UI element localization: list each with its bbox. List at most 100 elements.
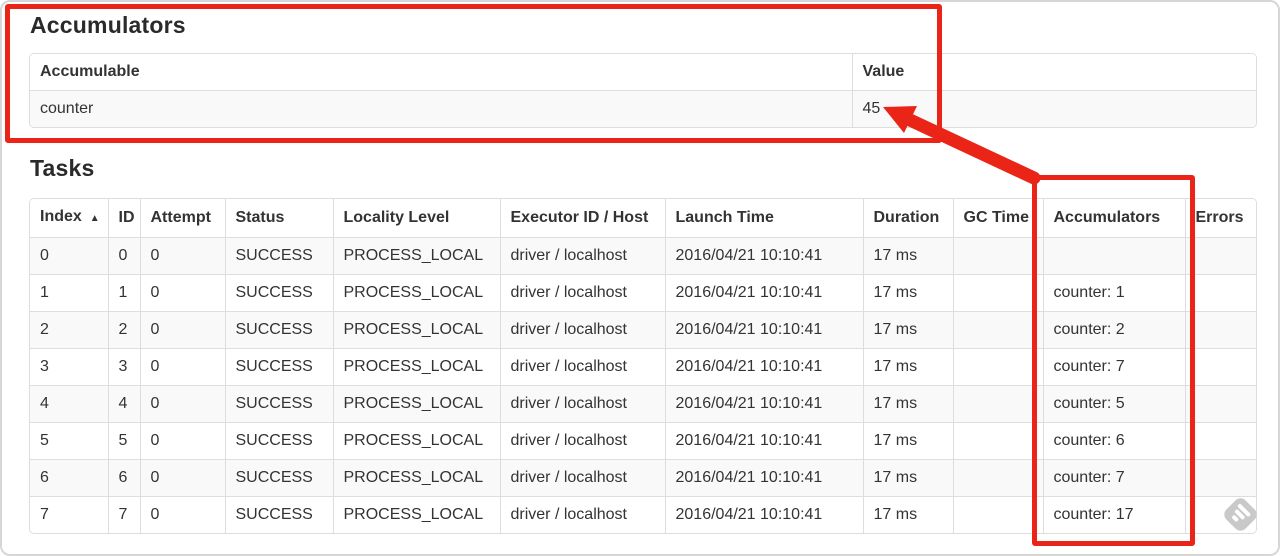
cell-errors — [1185, 274, 1256, 312]
cell-launch-time: 2016/04/21 10:10:41 — [665, 459, 864, 497]
cell-status: SUCCESS — [225, 311, 334, 349]
cell-locality-level: PROCESS_LOCAL — [333, 385, 501, 423]
cell-id: 5 — [108, 422, 141, 460]
cell-executor: driver / localhost — [500, 274, 666, 312]
cell-gc-time — [953, 237, 1044, 275]
cell-attempt: 0 — [140, 348, 226, 386]
column-header-locality-level[interactable]: Locality Level — [333, 199, 501, 238]
cell-index: 6 — [30, 459, 109, 497]
cell-index: 5 — [30, 422, 109, 460]
cell-status: SUCCESS — [225, 385, 334, 423]
cell-id: 7 — [108, 496, 141, 533]
cell-accumulators: counter: 1 — [1043, 274, 1186, 312]
column-header-value[interactable]: Value — [852, 54, 1256, 91]
column-header-accumulators[interactable]: Accumulators — [1043, 199, 1186, 238]
column-header-id[interactable]: ID — [108, 199, 141, 238]
cell-value: 45 — [852, 90, 1256, 127]
column-header-index[interactable]: Index ▲ — [30, 199, 109, 238]
cell-errors — [1185, 385, 1256, 423]
column-header-errors[interactable]: Errors — [1185, 199, 1256, 238]
cell-locality-level: PROCESS_LOCAL — [333, 311, 501, 349]
cell-gc-time — [953, 348, 1044, 386]
cell-executor: driver / localhost — [500, 311, 666, 349]
cell-accumulable: counter — [30, 90, 853, 127]
column-header-launch-time[interactable]: Launch Time — [665, 199, 864, 238]
cell-locality-level: PROCESS_LOCAL — [333, 274, 501, 312]
cell-duration: 17 ms — [863, 422, 954, 460]
cell-status: SUCCESS — [225, 459, 334, 497]
cell-gc-time — [953, 496, 1044, 533]
cell-locality-level: PROCESS_LOCAL — [333, 422, 501, 460]
cell-index: 1 — [30, 274, 109, 312]
cell-locality-level: PROCESS_LOCAL — [333, 459, 501, 497]
cell-executor: driver / localhost — [500, 385, 666, 423]
table-row: 6 6 0 SUCCESS PROCESS_LOCAL driver / localhos… — [30, 459, 1256, 497]
cell-id: 3 — [108, 348, 141, 386]
cell-launch-time: 2016/04/21 10:10:41 — [665, 311, 864, 349]
cell-accumulators: counter: 7 — [1043, 459, 1186, 497]
cell-gc-time — [953, 422, 1044, 460]
cell-status: SUCCESS — [225, 237, 334, 275]
table-row: 7 7 0 SUCCESS PROCESS_LOCAL driver / localhos… — [30, 496, 1256, 534]
table-row: counter 45 — [30, 90, 1256, 127]
cell-attempt: 0 — [140, 496, 226, 533]
cell-status: SUCCESS — [225, 422, 334, 460]
cell-locality-level: PROCESS_LOCAL — [333, 348, 501, 386]
cell-locality-level: PROCESS_LOCAL — [333, 237, 501, 275]
cell-duration: 17 ms — [863, 237, 954, 275]
table-row: 1 1 0 SUCCESS PROCESS_LOCAL driver / localhos… — [30, 274, 1256, 312]
cell-errors — [1185, 422, 1256, 460]
cell-index: 2 — [30, 311, 109, 349]
cell-attempt: 0 — [140, 274, 226, 312]
table-row: 4 4 0 SUCCESS PROCESS_LOCAL driver / localhos… — [30, 385, 1256, 423]
cell-gc-time — [953, 274, 1044, 312]
accumulators-section-title: Accumulators — [30, 12, 186, 38]
cell-errors — [1185, 237, 1256, 275]
cell-launch-time: 2016/04/21 10:10:41 — [665, 422, 864, 460]
cell-duration: 17 ms — [863, 459, 954, 497]
cell-accumulators: counter: 17 — [1043, 496, 1186, 533]
cell-accumulators: counter: 2 — [1043, 311, 1186, 349]
cell-locality-level: PROCESS_LOCAL — [333, 496, 501, 533]
cell-launch-time: 2016/04/21 10:10:41 — [665, 385, 864, 423]
cell-launch-time: 2016/04/21 10:10:41 — [665, 496, 864, 533]
column-header-status[interactable]: Status — [225, 199, 334, 238]
cell-accumulators — [1043, 237, 1186, 275]
tasks-table: Index ▲ ID Attempt Status Locality Level … — [29, 198, 1257, 534]
cell-errors — [1185, 311, 1256, 349]
tasks-section-title: Tasks — [30, 155, 95, 181]
cell-accumulators: counter: 5 — [1043, 385, 1186, 423]
cell-executor: driver / localhost — [500, 237, 666, 275]
cell-attempt: 0 — [140, 311, 226, 349]
column-header-executor-id-host[interactable]: Executor ID / Host — [500, 199, 666, 238]
cell-duration: 17 ms — [863, 311, 954, 349]
cell-launch-time: 2016/04/21 10:10:41 — [665, 237, 864, 275]
cell-id: 2 — [108, 311, 141, 349]
spark-ui-page: Accumulators Accumulable Value counter 4… — [0, 0, 1280, 556]
cell-executor: driver / localhost — [500, 348, 666, 386]
cell-status: SUCCESS — [225, 496, 334, 533]
cell-errors — [1185, 497, 1256, 534]
column-header-duration[interactable]: Duration — [863, 199, 954, 238]
cell-accumulators: counter: 7 — [1043, 348, 1186, 386]
cell-attempt: 0 — [140, 385, 226, 423]
cell-status: SUCCESS — [225, 274, 334, 312]
cell-errors — [1185, 348, 1256, 386]
cell-executor: driver / localhost — [500, 422, 666, 460]
column-header-accumulable[interactable]: Accumulable — [30, 54, 853, 91]
tasks-header-row: Index ▲ ID Attempt Status Locality Level … — [30, 199, 1256, 238]
cell-id: 1 — [108, 274, 141, 312]
column-header-attempt[interactable]: Attempt — [140, 199, 226, 238]
cell-duration: 17 ms — [863, 348, 954, 386]
cell-index: 3 — [30, 348, 109, 386]
cell-duration: 17 ms — [863, 274, 954, 312]
cell-executor: driver / localhost — [500, 459, 666, 497]
cell-id: 4 — [108, 385, 141, 423]
cell-index: 0 — [30, 237, 109, 275]
column-header-gc-time[interactable]: GC Time — [953, 199, 1044, 238]
accumulators-header-row: Accumulable Value — [30, 54, 1256, 91]
cell-launch-time: 2016/04/21 10:10:41 — [665, 274, 864, 312]
cell-status: SUCCESS — [225, 348, 334, 386]
cell-executor: driver / localhost — [500, 496, 666, 533]
cell-attempt: 0 — [140, 237, 226, 275]
